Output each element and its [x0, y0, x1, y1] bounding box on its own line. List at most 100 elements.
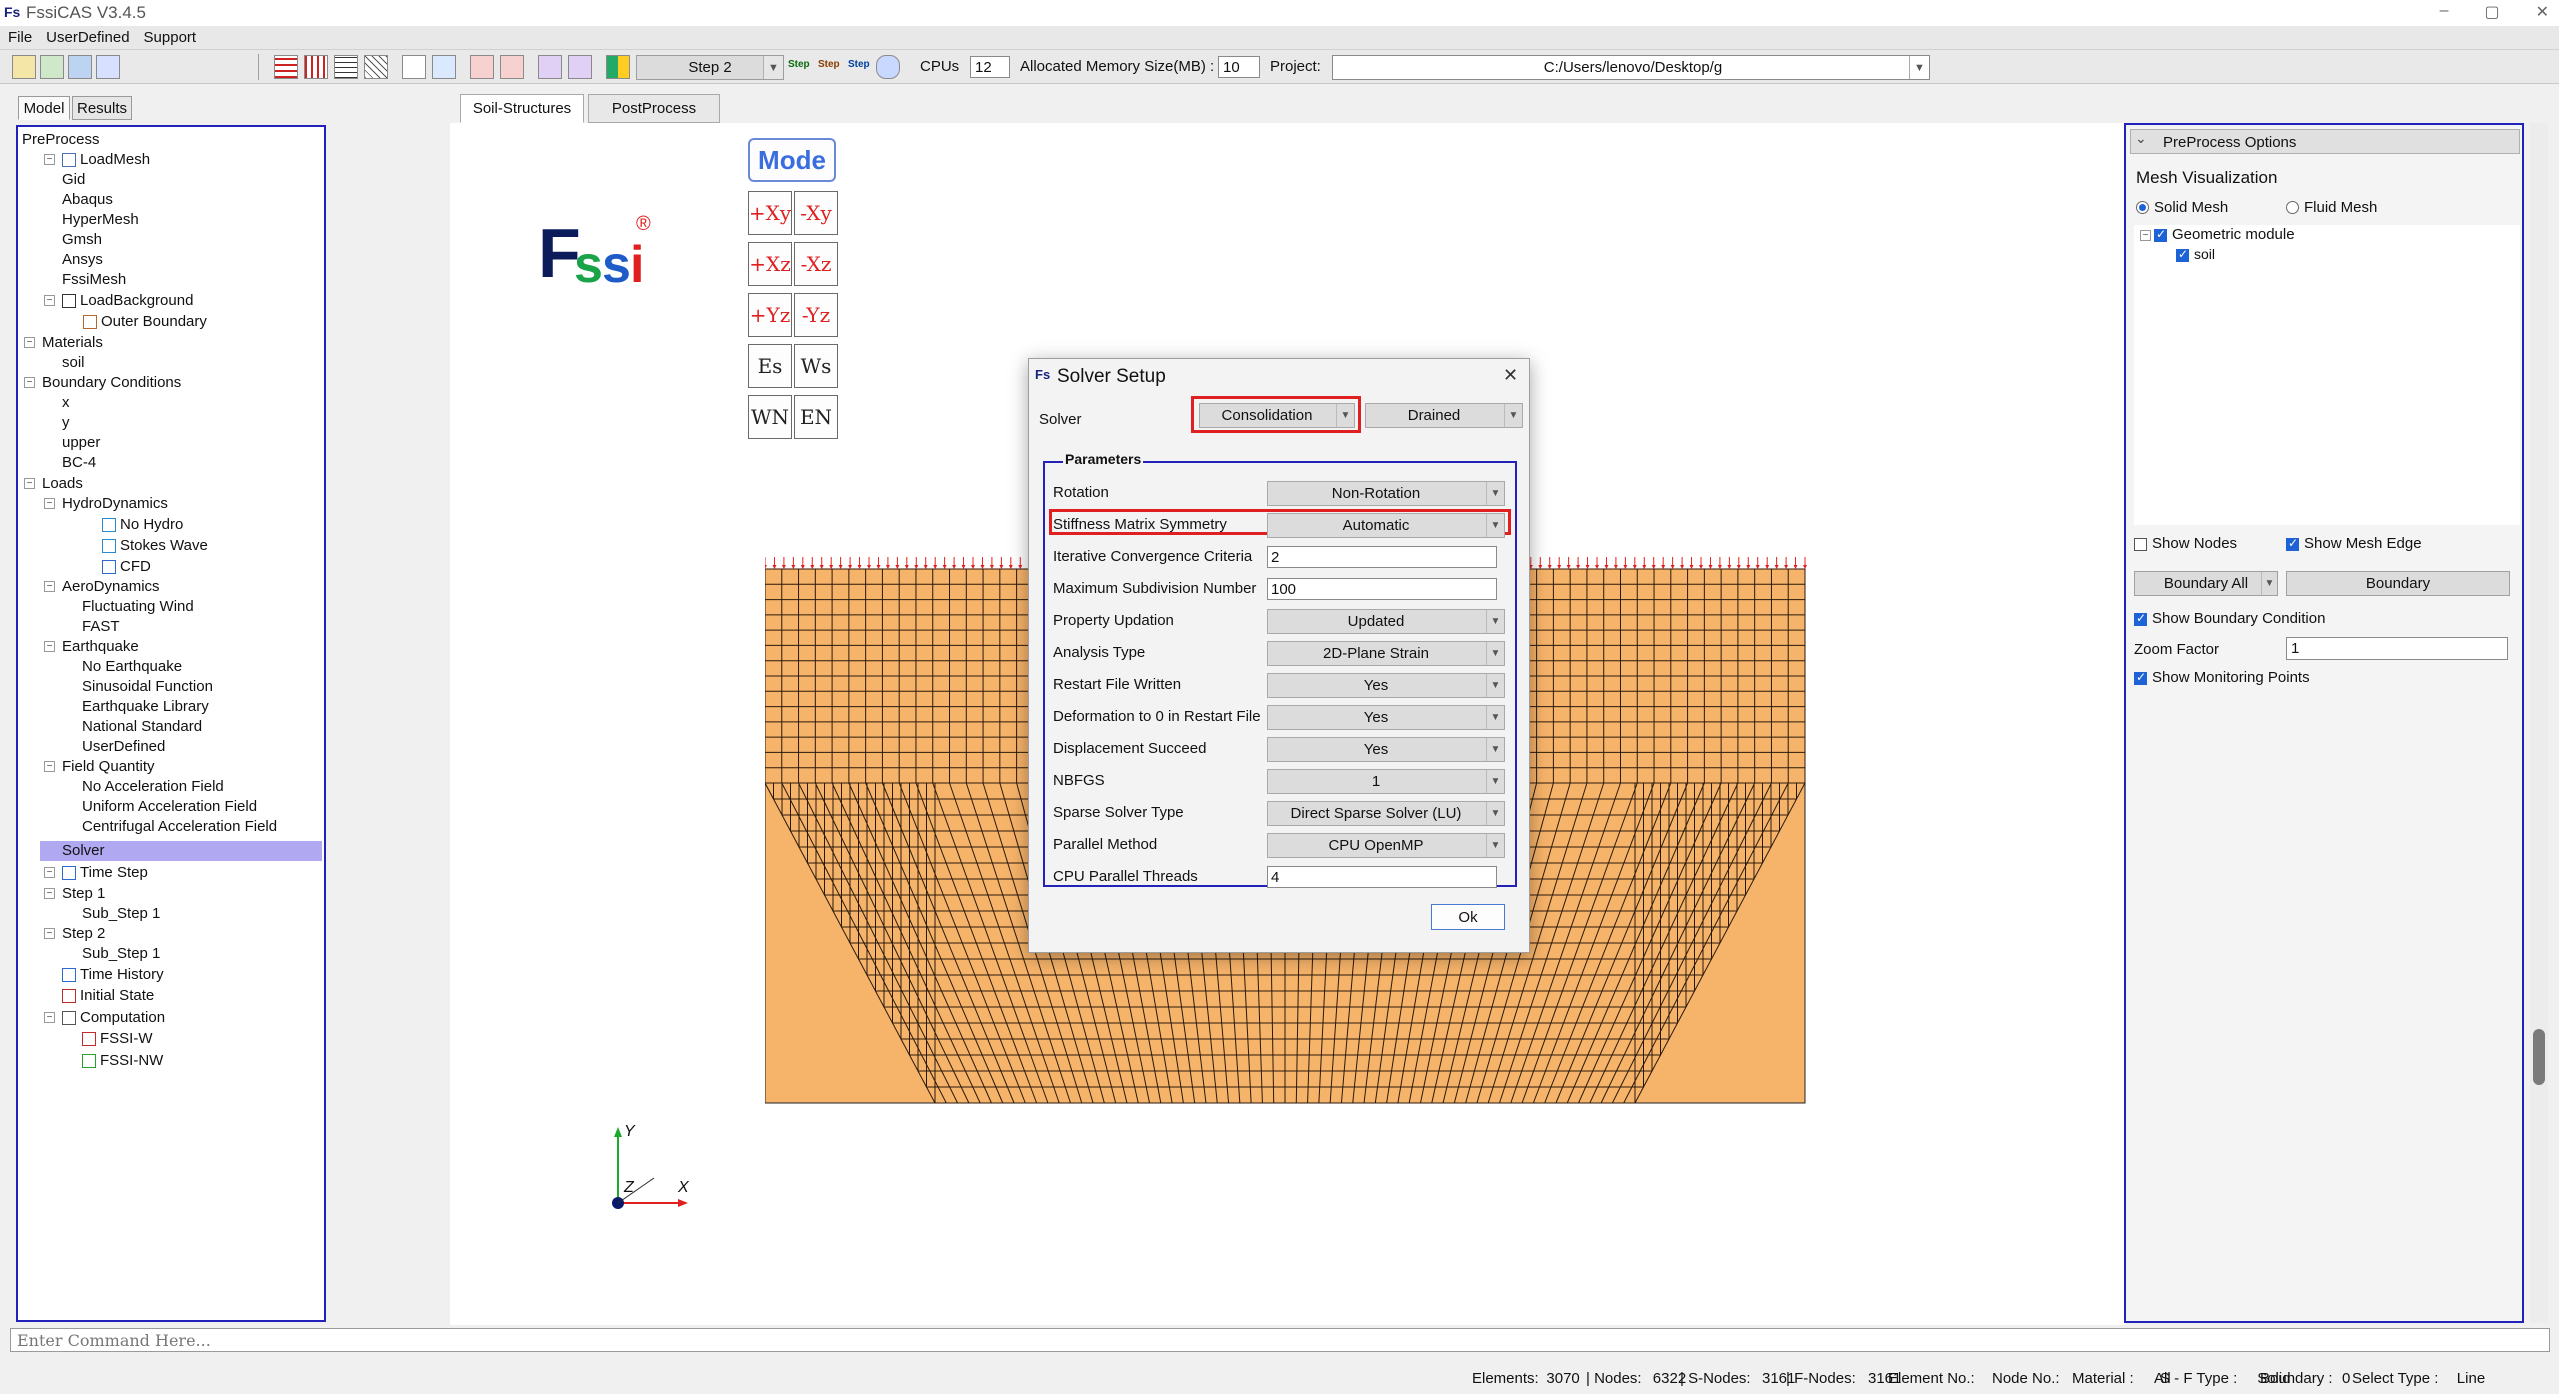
tree-item[interactable]: FAST [82, 617, 120, 636]
param-combo[interactable]: Non-Rotation ▼ [1267, 481, 1505, 506]
ok-button[interactable]: Ok [1431, 904, 1505, 930]
fluid-mesh-radio[interactable] [2286, 201, 2299, 214]
tree-item[interactable]: UserDefined [82, 737, 165, 756]
scrollbar-thumb[interactable] [2533, 1029, 2545, 1085]
tree-item[interactable]: Gmsh [62, 230, 102, 249]
tree-item[interactable]: No Hydro [120, 515, 183, 534]
tab-results[interactable]: Results [72, 96, 132, 120]
maximize-button[interactable]: ▢ [2484, 2, 2499, 22]
tree-expander-icon[interactable]: − [44, 867, 55, 878]
tree-item[interactable]: Time History [80, 965, 164, 984]
mode-button[interactable]: Mode [748, 138, 836, 182]
view-button-3-0[interactable]: Es [748, 344, 792, 388]
param-input[interactable]: 100 [1267, 578, 1497, 600]
save-icon[interactable] [68, 55, 92, 79]
tree-item[interactable]: BC-4 [62, 453, 96, 472]
close-window-button[interactable]: ✕ [2536, 2, 2549, 22]
boundary-button[interactable]: Boundary [2286, 571, 2510, 596]
project-path-combo[interactable]: C:/Users/lenovo/Desktop/g ▼ [1332, 55, 1930, 80]
tree-item[interactable]: Earthquake [62, 637, 139, 656]
tree-item[interactable]: Sub_Step 1 [82, 944, 160, 963]
param-combo[interactable]: Updated ▼ [1267, 609, 1505, 634]
view-button-1-0[interactable]: +Xz [748, 242, 792, 286]
save-as-icon[interactable] [96, 55, 120, 79]
panel-header[interactable]: ⌄ PreProcess Options [2130, 129, 2520, 154]
tree-item[interactable]: upper [62, 433, 100, 452]
grid-icon[interactable] [334, 55, 358, 79]
select-node-icon[interactable] [470, 55, 494, 79]
step-run-button-3[interactable]: Step [848, 59, 870, 70]
tree-item[interactable]: Centrifugal Acceleration Field [82, 817, 277, 836]
boundary-all-combo[interactable]: Boundary All ▼ [2134, 571, 2278, 596]
tree-item[interactable]: No Acceleration Field [82, 777, 224, 796]
view-button-4-1[interactable]: EN [794, 395, 838, 439]
tree-expander-icon[interactable]: − [44, 641, 55, 652]
param-combo[interactable]: CPU OpenMP ▼ [1267, 833, 1505, 858]
param-input[interactable]: 2 [1267, 546, 1497, 568]
param-combo[interactable]: Yes ▼ [1267, 673, 1505, 698]
tree-expander-icon[interactable]: − [44, 928, 55, 939]
mesh-grid-icon[interactable] [304, 55, 328, 79]
curve-tool-icon[interactable] [432, 55, 456, 79]
new-file-icon[interactable] [12, 55, 36, 79]
tree-item[interactable]: Computation [80, 1008, 165, 1027]
menu-userdefined[interactable]: UserDefined [46, 29, 129, 46]
tree-item[interactable]: Stokes Wave [120, 536, 208, 555]
tree-item[interactable]: Ansys [62, 250, 103, 269]
tab-model[interactable]: Model [18, 96, 70, 120]
tree-item[interactable]: PreProcess [22, 130, 100, 149]
tree-item[interactable]: x [62, 393, 70, 412]
tree-item[interactable]: Step 1 [62, 884, 105, 903]
tree-item[interactable]: y [62, 413, 70, 432]
tree-item[interactable]: Earthquake Library [82, 697, 209, 716]
cloud-icon[interactable] [876, 55, 900, 79]
show-monitoring-checkbox[interactable] [2134, 670, 2147, 685]
collapse-icon[interactable]: ⌄ [2135, 130, 2147, 147]
tree-item[interactable]: FSSI-W [100, 1029, 153, 1048]
view-button-0-0[interactable]: +Xy [748, 191, 792, 235]
step-run-button-2[interactable]: Step [818, 59, 840, 70]
geometric-module-checkbox[interactable] [2154, 227, 2167, 242]
tree-expander-icon[interactable]: − [24, 478, 35, 489]
tree-item[interactable]: Outer Boundary [101, 312, 207, 331]
show-nodes-checkbox[interactable] [2134, 538, 2147, 551]
tree-item[interactable]: Field Quantity [62, 757, 155, 776]
tree-expander-icon[interactable]: − [24, 377, 35, 388]
mesh-grid-red-icon[interactable] [274, 55, 298, 79]
zoom-factor-input[interactable]: 1 [2286, 637, 2508, 660]
param-combo[interactable]: Yes ▼ [1267, 737, 1505, 762]
minimize-button[interactable]: – [2440, 2, 2449, 22]
param-input[interactable]: 4 [1267, 866, 1497, 888]
tree-item[interactable]: Loads [42, 474, 83, 493]
tree-item[interactable]: Boundary Conditions [42, 373, 181, 392]
param-combo[interactable]: 2D-Plane Strain ▼ [1267, 641, 1505, 666]
tree-item[interactable]: Initial State [80, 986, 154, 1005]
tree-item[interactable]: LoadBackground [80, 291, 193, 310]
tree-item[interactable]: AeroDynamics [62, 577, 160, 596]
param-combo[interactable]: Automatic ▼ [1267, 513, 1505, 538]
tree-item[interactable]: Uniform Acceleration Field [82, 797, 257, 816]
tree-item[interactable]: Time Step [80, 863, 148, 882]
view-button-2-1[interactable]: -Yz [794, 293, 838, 337]
solid-mesh-radio[interactable] [2136, 201, 2149, 214]
cpus-input[interactable]: 12 [970, 56, 1010, 78]
view-button-0-1[interactable]: -Xy [794, 191, 838, 235]
palette-icon[interactable] [606, 55, 630, 79]
param-combo[interactable]: Yes ▼ [1267, 705, 1505, 730]
drain-combo[interactable]: Drained ▼ [1365, 403, 1523, 428]
tree-item[interactable]: Gid [62, 170, 85, 189]
tree-item[interactable]: Materials [42, 333, 103, 352]
tree-expander-icon[interactable]: − [2140, 230, 2151, 241]
tab-postprocess[interactable]: PostProcess [588, 94, 720, 123]
view-button-3-1[interactable]: Ws [794, 344, 838, 388]
solver-combo[interactable]: Consolidation ▼ [1199, 403, 1355, 428]
tree-item[interactable]: Step 2 [62, 924, 105, 943]
open-file-icon[interactable] [40, 55, 64, 79]
tree-expander-icon[interactable]: − [44, 295, 55, 306]
memory-input[interactable]: 10 [1218, 56, 1260, 78]
tree-item[interactable]: soil [62, 353, 85, 372]
tree-item[interactable]: FssiMesh [62, 270, 126, 289]
grid-diagonal-icon[interactable] [364, 55, 388, 79]
step-run-button-1[interactable]: Step [788, 59, 810, 70]
dialog-close-icon[interactable]: ✕ [1503, 365, 1518, 386]
